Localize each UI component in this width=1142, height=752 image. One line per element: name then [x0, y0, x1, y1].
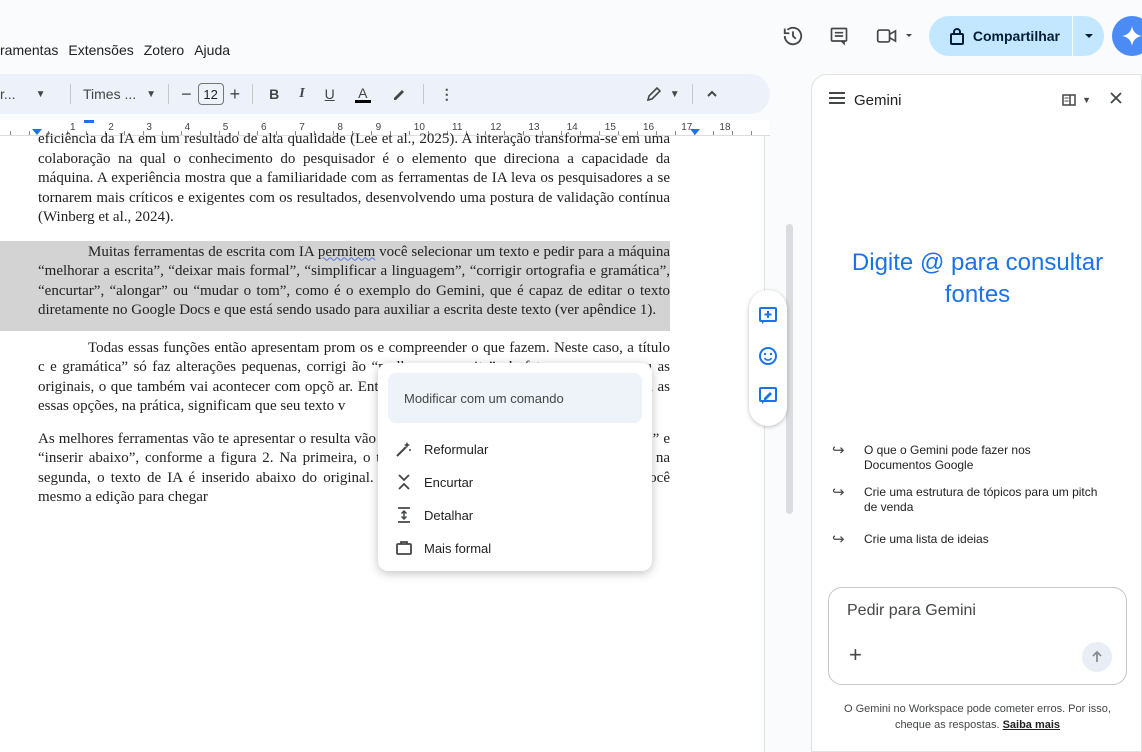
lock-icon	[949, 28, 964, 45]
right-indent-marker[interactable]	[690, 129, 700, 135]
increase-font-button[interactable]: +	[224, 80, 247, 108]
emoji-reaction-icon[interactable]	[758, 346, 778, 371]
collapse-toolbar-icon[interactable]	[699, 80, 725, 108]
caret-down-icon: ▼	[146, 88, 157, 100]
menu-zotero[interactable]: Zotero	[144, 40, 184, 64]
expand-icon	[394, 506, 414, 524]
style-select[interactable]: r... ▼	[0, 80, 64, 108]
paragraph: eficiência da IA em um resultado de alta…	[38, 131, 670, 225]
font-select[interactable]: Times ... ▼	[77, 80, 162, 108]
divider	[691, 84, 693, 104]
ruler-tick	[732, 131, 733, 135]
highlight-icon[interactable]	[381, 80, 417, 108]
menu-help[interactable]: Ajuda	[194, 40, 230, 64]
hamburger-menu-icon[interactable]	[828, 91, 846, 109]
pencil-icon	[646, 86, 661, 102]
share-button[interactable]: Compartilhar	[928, 16, 1104, 56]
ruler-tick	[675, 131, 676, 135]
font-size-input[interactable]: 12	[197, 83, 224, 105]
briefcase-icon	[394, 540, 414, 556]
share-dropdown-icon[interactable]	[1072, 16, 1104, 56]
suggestion-item[interactable]: ↪ Crie uma estrutura de tópicos para um …	[832, 485, 1114, 515]
reply-arrow-icon: ↪	[832, 442, 845, 459]
magic-wand-icon	[394, 440, 414, 458]
color-bar	[354, 99, 371, 103]
add-comment-icon[interactable]	[758, 306, 778, 331]
more-options-button[interactable]: ⋮	[430, 80, 464, 108]
ruler-tick	[713, 131, 714, 135]
menubar: ramentas Extensões Zotero Ajuda	[0, 40, 230, 64]
command-input[interactable]: Modificar com um comando	[388, 373, 642, 423]
send-icon[interactable]	[1082, 642, 1112, 672]
header-actions: Compartilhar	[773, 14, 1142, 58]
gemini-prompt-input[interactable]: Pedir para Gemini	[847, 602, 976, 620]
gemini-title: Gemini	[854, 91, 902, 109]
divider	[422, 84, 424, 104]
divider	[70, 84, 71, 104]
gemini-prompt-box[interactable]: Pedir para Gemini +	[828, 587, 1127, 685]
suggest-edit-icon[interactable]	[758, 386, 778, 411]
close-icon[interactable]	[1109, 91, 1123, 108]
bold-button[interactable]: B	[259, 80, 289, 108]
chevron-down-icon	[905, 34, 912, 37]
elaborate-option[interactable]: Detalhar	[394, 503, 473, 527]
menu-tools[interactable]: ramentas	[0, 40, 58, 64]
caret-down-icon: ▼	[669, 88, 680, 100]
gemini-hero-text: Digite @ para consultar fontes	[851, 249, 1104, 308]
reply-arrow-icon: ↪	[832, 484, 845, 501]
gemini-panel: Gemini ▼ Digite @ para consultar fontes …	[811, 74, 1142, 752]
history-icon[interactable]	[773, 16, 813, 56]
divider	[252, 84, 254, 104]
rephrase-option[interactable]: Reformular	[394, 437, 488, 461]
gemini-header-actions: ▼	[1062, 91, 1123, 108]
underline-button[interactable]: U	[315, 80, 345, 108]
document-scrollbar[interactable]	[786, 224, 793, 514]
panel-layout-icon[interactable]: ▼	[1062, 93, 1091, 106]
ruler-number: 18	[719, 122, 731, 133]
italic-button[interactable]: I	[289, 80, 314, 108]
decrease-font-button[interactable]: −	[175, 80, 198, 108]
side-actions	[749, 290, 787, 426]
more-formal-option[interactable]: Mais formal	[394, 536, 491, 560]
shorten-icon	[394, 473, 414, 491]
add-icon[interactable]: +	[849, 642, 862, 668]
shorten-option[interactable]: Encurtar	[394, 470, 473, 494]
comments-icon[interactable]	[819, 16, 859, 56]
suggestion-item[interactable]: ↪ O que o Gemini pode fazer nos Document…	[832, 443, 1084, 473]
gemini-sparkle-icon[interactable]	[1112, 16, 1142, 56]
caret-down-icon: ▼	[35, 88, 46, 100]
ai-edit-popup: Modificar com um comando Reformular Encu…	[378, 363, 652, 571]
selected-paragraph: Muitas ferramentas de escrita com IA per…	[0, 240, 670, 331]
reply-arrow-icon: ↪	[832, 531, 845, 548]
divider	[168, 84, 170, 104]
share-label: Compartilhar	[972, 28, 1060, 44]
meet-icon[interactable]	[867, 16, 923, 56]
gemini-disclaimer: O Gemini no Workspace pode cometer erros…	[844, 703, 1111, 731]
learn-more-link[interactable]: Saiba mais	[1003, 719, 1060, 731]
editing-mode-button[interactable]: ▼	[640, 80, 686, 108]
ruler-tick	[10, 131, 11, 135]
ruler-tick	[751, 131, 752, 135]
caret-down-icon: ▼	[1082, 94, 1091, 105]
text-color-button[interactable]: A	[345, 80, 381, 108]
spelling-suggestion[interactable]: permitem	[318, 244, 375, 260]
menu-extensions[interactable]: Extensões	[68, 40, 133, 64]
suggestion-item[interactable]: ↪ Crie uma lista de ideias	[832, 532, 989, 547]
ruler-tick	[29, 131, 30, 135]
gemini-header: Gemini	[828, 91, 902, 109]
formatting-toolbar: r... ▼ Times ... ▼ − 12 + B I U A ⋮ ▼	[0, 74, 770, 114]
first-line-indent-marker[interactable]	[84, 120, 94, 123]
